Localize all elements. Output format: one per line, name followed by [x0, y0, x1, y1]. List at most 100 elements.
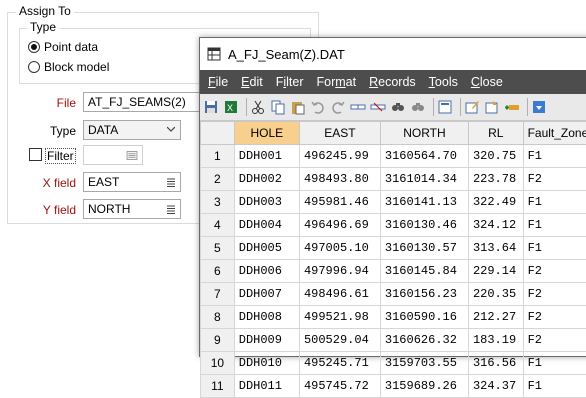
- find-replace-icon[interactable]: [410, 99, 426, 115]
- fault-zone-cell[interactable]: F2: [523, 168, 586, 191]
- filter-input[interactable]: [83, 145, 143, 165]
- row-number[interactable]: 4: [201, 214, 235, 237]
- column-header-hole[interactable]: HOLE: [234, 122, 299, 145]
- north-cell[interactable]: 3160130.46: [380, 214, 468, 237]
- menu-tools[interactable]: Tools: [429, 75, 458, 89]
- rl-cell[interactable]: 212.27: [468, 306, 523, 329]
- fault-zone-cell[interactable]: F2: [523, 283, 586, 306]
- table-row[interactable]: 4DDH004496496.693160130.46324.12F1: [201, 214, 586, 237]
- rl-cell[interactable]: 229.14: [468, 260, 523, 283]
- table-row[interactable]: 8DDH008499521.983160590.16212.27F2: [201, 306, 586, 329]
- column-header-rl[interactable]: RL: [468, 122, 523, 145]
- hole-cell[interactable]: DDH003: [234, 191, 299, 214]
- row-number[interactable]: 9: [201, 329, 235, 352]
- row-number[interactable]: 2: [201, 168, 235, 191]
- east-cell[interactable]: 495745.72: [299, 375, 380, 398]
- row-number[interactable]: 11: [201, 375, 235, 398]
- rl-cell[interactable]: 324.12: [468, 214, 523, 237]
- hole-cell[interactable]: DDH007: [234, 283, 299, 306]
- hole-cell[interactable]: DDH009: [234, 329, 299, 352]
- north-cell[interactable]: 3159703.55: [380, 352, 468, 375]
- menu-format[interactable]: Format: [317, 75, 357, 89]
- hole-cell[interactable]: DDH004: [234, 214, 299, 237]
- menu-filter[interactable]: Filter: [276, 75, 304, 89]
- fault-zone-cell[interactable]: F1: [523, 352, 586, 375]
- point-data-radio[interactable]: Point data: [28, 39, 98, 55]
- row-number[interactable]: 8: [201, 306, 235, 329]
- rl-cell[interactable]: 223.78: [468, 168, 523, 191]
- east-cell[interactable]: 496245.99: [299, 145, 380, 168]
- menu-edit[interactable]: Edit: [241, 75, 263, 89]
- copy-icon[interactable]: [270, 99, 286, 115]
- row-number[interactable]: 1: [201, 145, 235, 168]
- north-cell[interactable]: 3160141.13: [380, 191, 468, 214]
- table-row[interactable]: 1DDH001496245.993160564.70320.75F1: [201, 145, 586, 168]
- list-icon[interactable]: [167, 205, 175, 214]
- hole-cell[interactable]: DDH006: [234, 260, 299, 283]
- add-field-icon[interactable]: [504, 99, 520, 115]
- rl-cell[interactable]: 313.64: [468, 237, 523, 260]
- north-cell[interactable]: 3160564.70: [380, 145, 468, 168]
- rl-cell[interactable]: 220.35: [468, 283, 523, 306]
- column-header-fault-zone[interactable]: Fault_Zone: [523, 122, 586, 145]
- save-icon[interactable]: [203, 99, 219, 115]
- fault-zone-cell[interactable]: F2: [523, 329, 586, 352]
- data-window-titlebar[interactable]: A_FJ_Seam(Z).DAT: [200, 38, 586, 70]
- east-cell[interactable]: 495981.46: [299, 191, 380, 214]
- hole-cell[interactable]: DDH008: [234, 306, 299, 329]
- hole-cell[interactable]: DDH011: [234, 375, 299, 398]
- column-header-north[interactable]: NORTH: [380, 122, 468, 145]
- rl-cell[interactable]: 324.37: [468, 375, 523, 398]
- north-cell[interactable]: 3159689.26: [380, 375, 468, 398]
- y-field-input[interactable]: NORTH: [83, 199, 181, 219]
- menu-records[interactable]: Records: [369, 75, 416, 89]
- east-cell[interactable]: 497996.94: [299, 260, 380, 283]
- east-cell[interactable]: 495245.71: [299, 352, 380, 375]
- column-header-east[interactable]: EAST: [299, 122, 380, 145]
- export-icon[interactable]: [531, 99, 547, 115]
- north-cell[interactable]: 3161014.34: [380, 168, 468, 191]
- fault-zone-cell[interactable]: F2: [523, 306, 586, 329]
- row-number[interactable]: 10: [201, 352, 235, 375]
- table-row[interactable]: 10DDH010495245.713159703.55316.56F1: [201, 352, 586, 375]
- fault-zone-cell[interactable]: F1: [523, 214, 586, 237]
- excel-icon[interactable]: X: [223, 99, 239, 115]
- table-row[interactable]: 9DDH009500529.043160626.32183.19F2: [201, 329, 586, 352]
- hole-cell[interactable]: DDH002: [234, 168, 299, 191]
- table-row[interactable]: 3DDH003495981.463160141.13322.49F1: [201, 191, 586, 214]
- grid-corner[interactable]: [201, 122, 235, 145]
- row-number[interactable]: 7: [201, 283, 235, 306]
- east-cell[interactable]: 498493.80: [299, 168, 380, 191]
- north-cell[interactable]: 3160156.23: [380, 283, 468, 306]
- rl-cell[interactable]: 322.49: [468, 191, 523, 214]
- edit-record-icon[interactable]: [464, 99, 480, 115]
- east-cell[interactable]: 499521.98: [299, 306, 380, 329]
- hole-cell[interactable]: DDH010: [234, 352, 299, 375]
- table-row[interactable]: 7DDH007498496.613160156.23220.35F2: [201, 283, 586, 306]
- radio-unchecked-icon[interactable]: [28, 61, 40, 73]
- cut-icon[interactable]: [250, 99, 266, 115]
- x-field-input[interactable]: EAST: [83, 172, 181, 192]
- find-icon[interactable]: [390, 99, 406, 115]
- form-view-icon[interactable]: [437, 99, 453, 115]
- rl-cell[interactable]: 183.19: [468, 329, 523, 352]
- fault-zone-cell[interactable]: F1: [523, 375, 586, 398]
- paste-icon[interactable]: [290, 99, 306, 115]
- table-row[interactable]: 6DDH006497996.943160145.84229.14F2: [201, 260, 586, 283]
- rl-cell[interactable]: 320.75: [468, 145, 523, 168]
- table-row[interactable]: 2DDH002498493.803161014.34223.78F2: [201, 168, 586, 191]
- block-model-radio[interactable]: Block model: [28, 59, 109, 75]
- north-cell[interactable]: 3160590.16: [380, 306, 468, 329]
- east-cell[interactable]: 500529.04: [299, 329, 380, 352]
- north-cell[interactable]: 3160626.32: [380, 329, 468, 352]
- row-number[interactable]: 6: [201, 260, 235, 283]
- chevron-down-icon[interactable]: [167, 125, 175, 133]
- hole-cell[interactable]: DDH001: [234, 145, 299, 168]
- rl-cell[interactable]: 316.56: [468, 352, 523, 375]
- east-cell[interactable]: 497005.10: [299, 237, 380, 260]
- type-select[interactable]: DATA: [83, 120, 181, 140]
- redo-icon[interactable]: [330, 99, 346, 115]
- filter-browse-icon[interactable]: [126, 151, 138, 160]
- menu-close[interactable]: Close: [471, 75, 503, 89]
- fault-zone-cell[interactable]: F2: [523, 260, 586, 283]
